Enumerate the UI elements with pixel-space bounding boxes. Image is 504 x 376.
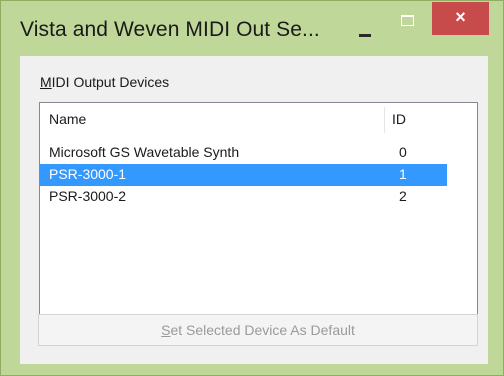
client-area: MIDI Output Devices Name ID Microsoft GS… [20, 56, 488, 364]
column-header-row: Name ID [40, 103, 477, 134]
close-button[interactable]: × [432, 2, 489, 35]
device-id: 0 [399, 144, 407, 160]
minimize-icon [359, 34, 371, 37]
midi-output-devices-label: MIDI Output Devices [40, 74, 169, 90]
device-id: 2 [399, 188, 407, 204]
list-item[interactable]: PSR-3000-2 2 [40, 186, 447, 208]
list-item[interactable]: Microsoft GS Wavetable Synth 0 [40, 142, 447, 164]
label-text: IDI Output Devices [51, 74, 170, 90]
minimize-button[interactable] [353, 7, 383, 37]
column-header-name[interactable]: Name [49, 111, 86, 127]
label-accelerator: M [40, 74, 52, 90]
device-name: Microsoft GS Wavetable Synth [49, 144, 240, 160]
device-list[interactable]: Name ID Microsoft GS Wavetable Synth 0 P… [39, 102, 478, 342]
main-window: Vista and Weven MIDI Out Se... × MIDI Ou… [0, 0, 504, 376]
set-default-button[interactable]: Set Selected Device As Default [38, 314, 478, 346]
maximize-button[interactable] [391, 7, 425, 31]
column-separator[interactable] [384, 107, 385, 133]
device-name: PSR-3000-1 [49, 166, 127, 182]
button-label: et Selected Device As Default [170, 322, 355, 338]
title-bar[interactable]: Vista and Weven MIDI Out Se... × [1, 1, 503, 53]
window-title: Vista and Weven MIDI Out Se... [20, 18, 320, 41]
device-id: 1 [399, 166, 407, 182]
maximize-icon [401, 15, 414, 26]
close-icon: × [455, 7, 466, 27]
column-header-id[interactable]: ID [392, 111, 406, 127]
device-name: PSR-3000-2 [49, 188, 127, 204]
list-item-selected[interactable]: PSR-3000-1 1 [40, 164, 447, 186]
